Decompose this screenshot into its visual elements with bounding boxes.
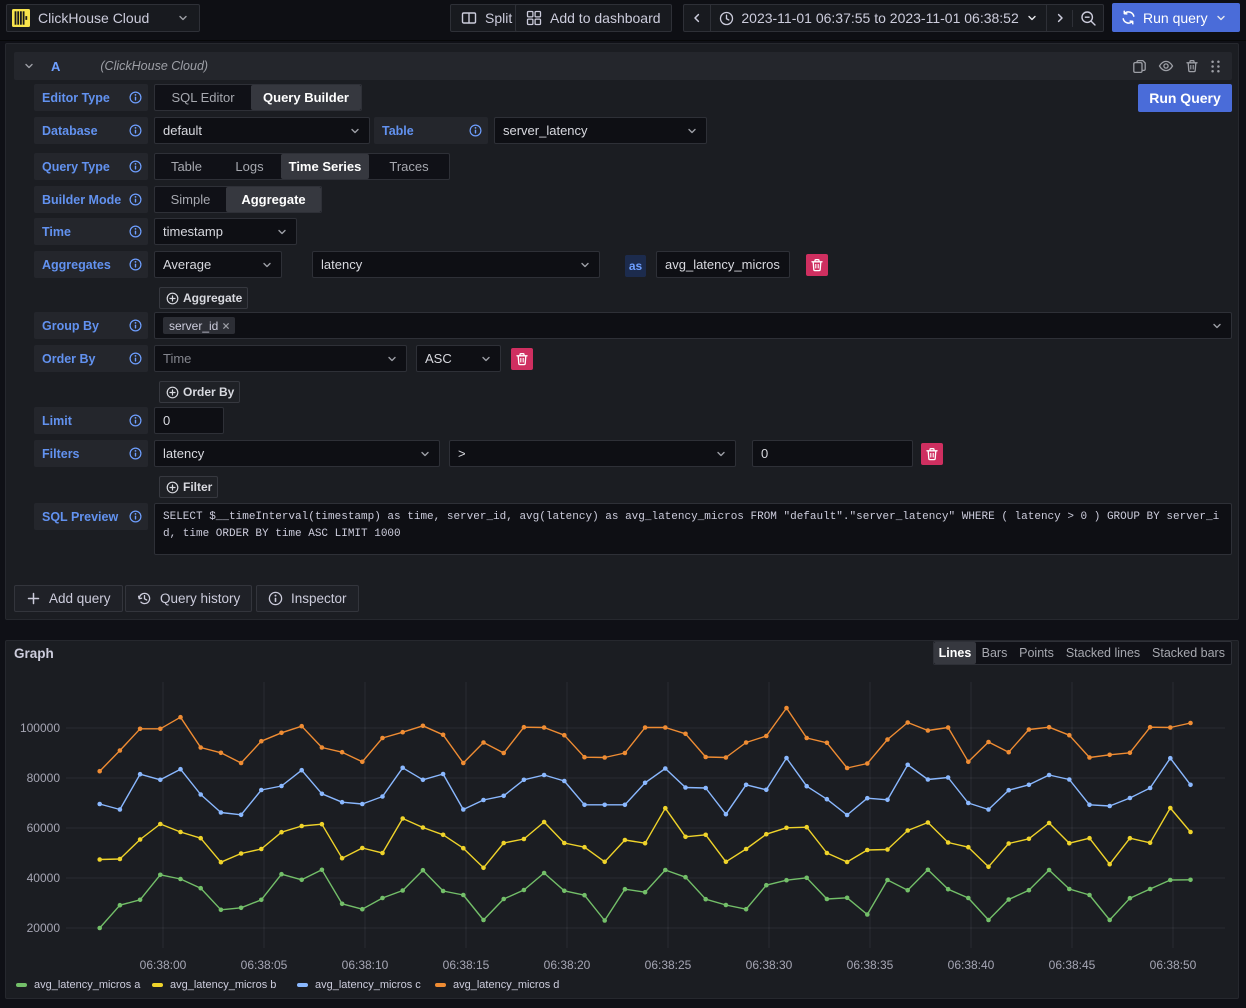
svg-text:60000: 60000	[27, 821, 61, 835]
svg-text:06:38:00: 06:38:00	[140, 958, 187, 972]
svg-text:06:38:30: 06:38:30	[746, 958, 793, 972]
svg-text:20000: 20000	[27, 921, 61, 935]
svg-text:06:38:25: 06:38:25	[645, 958, 692, 972]
svg-text:06:38:50: 06:38:50	[1150, 958, 1197, 972]
svg-text:06:38:05: 06:38:05	[241, 958, 288, 972]
svg-text:06:38:20: 06:38:20	[544, 958, 591, 972]
svg-text:100000: 100000	[20, 721, 60, 735]
svg-text:06:38:40: 06:38:40	[948, 958, 995, 972]
svg-text:06:38:45: 06:38:45	[1049, 958, 1096, 972]
svg-text:40000: 40000	[27, 871, 61, 885]
svg-text:80000: 80000	[27, 771, 61, 785]
svg-text:06:38:35: 06:38:35	[847, 958, 894, 972]
svg-text:06:38:15: 06:38:15	[443, 958, 490, 972]
svg-text:06:38:10: 06:38:10	[342, 958, 389, 972]
